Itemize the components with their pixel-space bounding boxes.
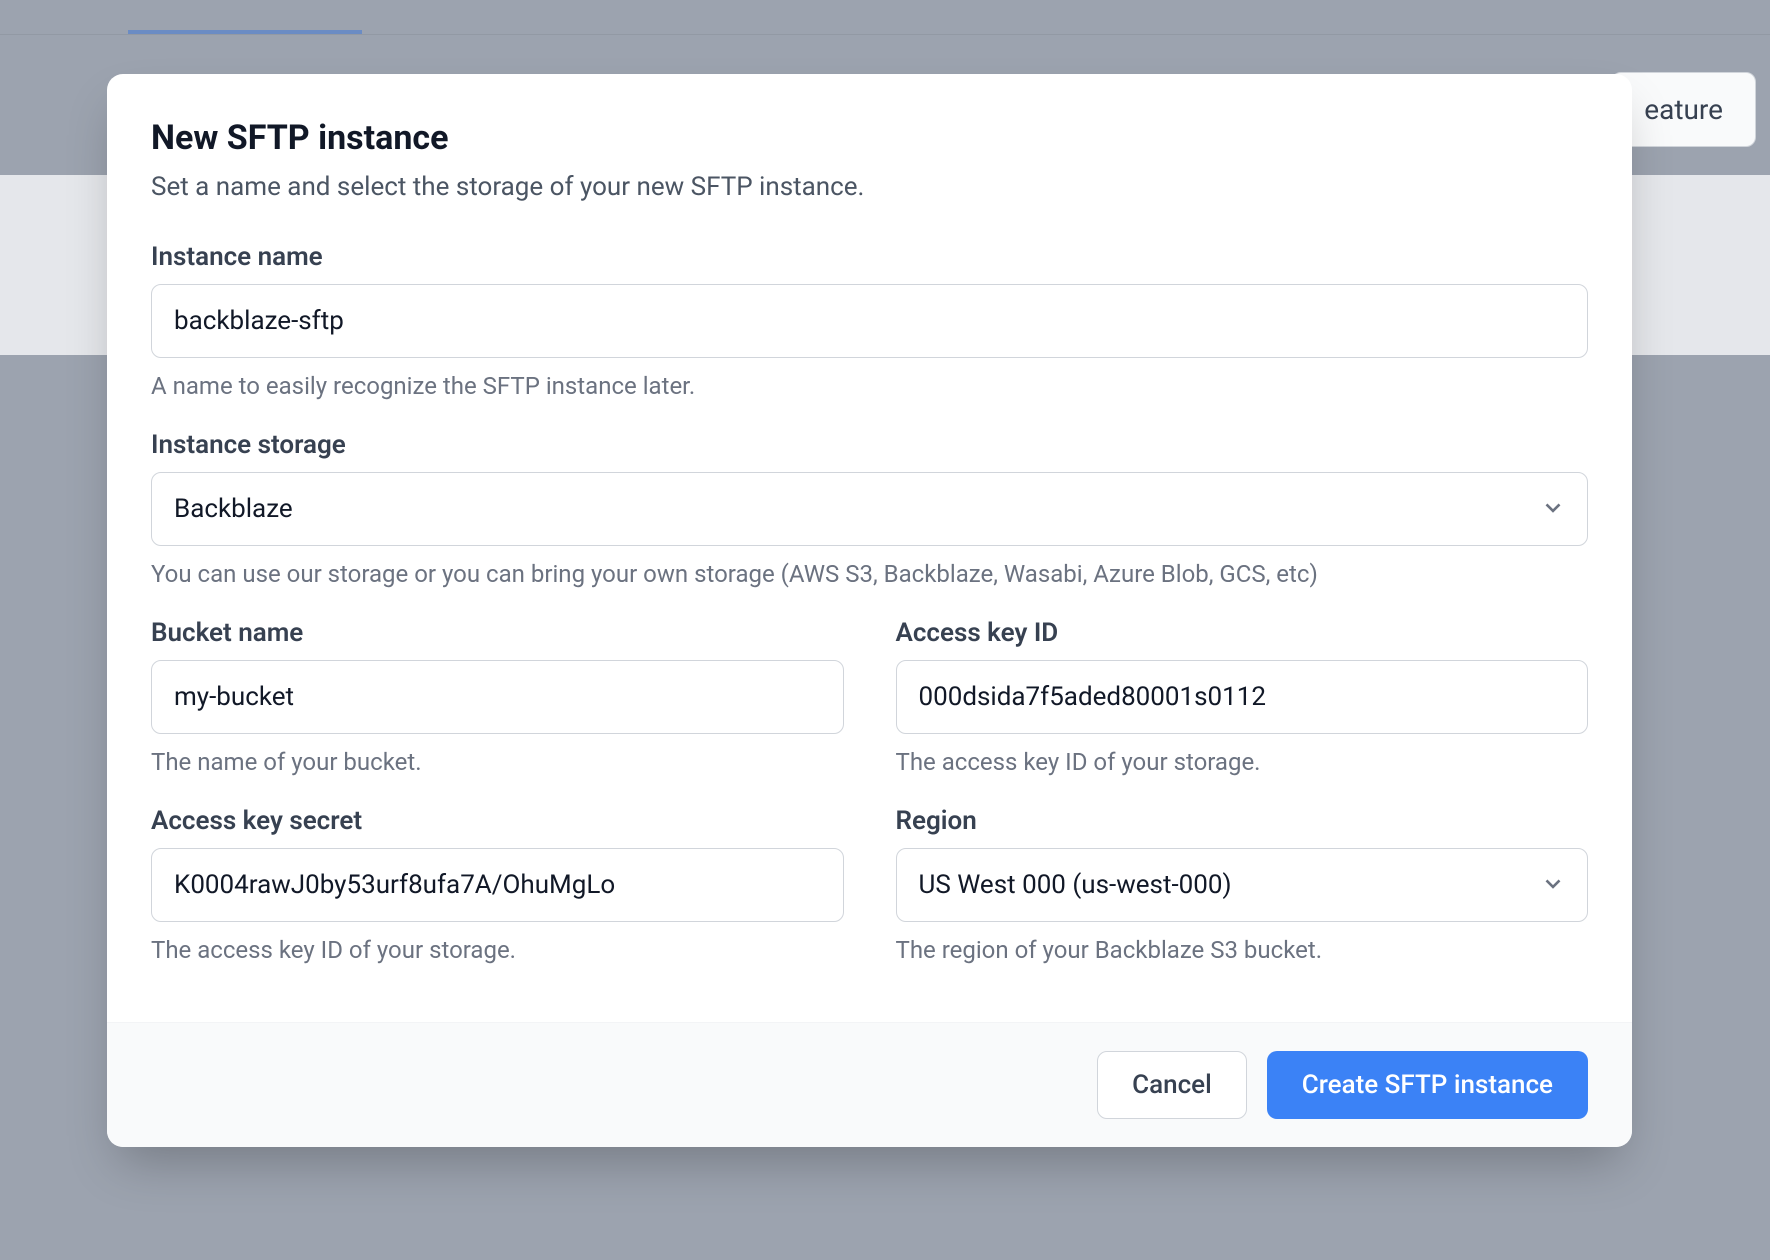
access-key-id-label: Access key ID [896, 618, 1589, 648]
modal-footer: Cancel Create SFTP instance [107, 1022, 1632, 1147]
modal-body: New SFTP instance Set a name and select … [107, 74, 1632, 1022]
modal-subtitle: Set a name and select the storage of you… [151, 172, 1588, 202]
region-group: Region US West 000 (us-west-000) The reg… [896, 806, 1589, 964]
modal-title: New SFTP instance [151, 118, 1588, 158]
instance-name-input[interactable] [151, 284, 1588, 358]
cancel-button[interactable]: Cancel [1097, 1051, 1247, 1119]
instance-storage-label: Instance storage [151, 430, 1588, 460]
bucket-name-input[interactable] [151, 660, 844, 734]
access-key-id-group: Access key ID The access key ID of your … [896, 618, 1589, 776]
region-select[interactable]: US West 000 (us-west-000) [896, 848, 1589, 922]
region-help: The region of your Backblaze S3 bucket. [896, 936, 1589, 964]
instance-storage-select[interactable]: Backblaze [151, 472, 1588, 546]
create-sftp-instance-button[interactable]: Create SFTP instance [1267, 1051, 1588, 1119]
bucket-name-help: The name of your bucket. [151, 748, 844, 776]
instance-name-group: Instance name A name to easily recognize… [151, 242, 1588, 400]
access-key-id-help: The access key ID of your storage. [896, 748, 1589, 776]
new-sftp-instance-modal: New SFTP instance Set a name and select … [107, 74, 1632, 1147]
divider [0, 34, 1770, 35]
access-key-secret-help: The access key ID of your storage. [151, 936, 844, 964]
instance-name-help: A name to easily recognize the SFTP inst… [151, 372, 1588, 400]
feature-button-partial[interactable]: eature [1611, 72, 1756, 147]
bucket-name-group: Bucket name The name of your bucket. [151, 618, 844, 776]
bucket-name-label: Bucket name [151, 618, 844, 648]
access-key-secret-label: Access key secret [151, 806, 844, 836]
access-key-secret-group: Access key secret The access key ID of y… [151, 806, 844, 964]
instance-name-label: Instance name [151, 242, 1588, 272]
access-key-secret-input[interactable] [151, 848, 844, 922]
region-label: Region [896, 806, 1589, 836]
instance-storage-group: Instance storage Backblaze You can use o… [151, 430, 1588, 588]
access-key-id-input[interactable] [896, 660, 1589, 734]
instance-storage-help: You can use our storage or you can bring… [151, 560, 1588, 588]
